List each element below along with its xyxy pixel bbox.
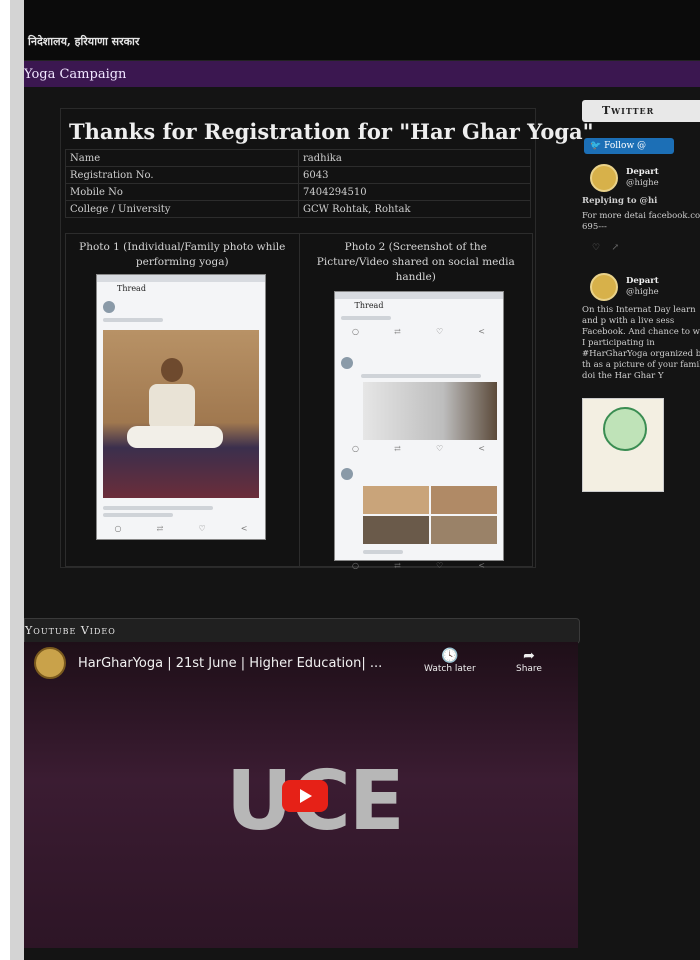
row-value: GCW Rohtak, Rohtak — [298, 200, 531, 218]
clock-icon: 🕓 — [441, 648, 459, 664]
share-arrow-icon: ➦ — [523, 648, 535, 664]
avatar — [103, 300, 115, 313]
tweet-author: Depart — [626, 167, 659, 177]
campaign-title: Yoga Campaign — [24, 66, 127, 82]
tweet-handle: @highe — [626, 178, 659, 188]
photo1-caption: Photo 1 (Individual/Family photo while p… — [79, 241, 286, 268]
photo1-cell: Photo 1 (Individual/Family photo while p… — [66, 234, 300, 566]
row-value: 7404294510 — [298, 183, 531, 201]
watch-later-button[interactable]: 🕓 Watch later — [424, 648, 476, 674]
dept-logo — [590, 164, 618, 192]
row-label: College / University — [65, 200, 299, 218]
tweet-handle: @highe — [626, 287, 659, 297]
department-name: निदेशालय, हरियाणा सरकार — [28, 35, 140, 48]
share-button[interactable]: ➦ Share — [516, 648, 542, 674]
table-row: Name radhika — [65, 149, 531, 167]
registration-panel: Thanks for Registration for "Har Ghar Yo… — [60, 108, 594, 570]
tweet-image[interactable] — [582, 398, 664, 492]
row-label: Mobile No — [65, 183, 299, 201]
share-label: Share — [516, 664, 542, 674]
dept-logo — [590, 273, 618, 301]
photos-row: Photo 1 (Individual/Family photo while p… — [65, 233, 533, 570]
channel-avatar[interactable] — [34, 647, 66, 679]
row-value: radhika — [298, 149, 531, 167]
photo2-image[interactable]: Thread ○ ⇄ ♡ < ○ ⇄ ♡ < ○ ⇄ ♡ < — [333, 291, 504, 570]
watch-later-label: Watch later — [424, 664, 476, 674]
photo2-caption: Photo 2 (Screenshot of the Picture/Video… — [316, 241, 515, 283]
left-margin-rule — [10, 0, 24, 960]
twitter-heading: Twitter — [582, 100, 700, 122]
share-icon[interactable]: ↗ — [612, 243, 620, 253]
youtube-top-bar: HarGharYoga | 21st June | Higher Educati… — [24, 642, 578, 684]
row-value: 6043 — [298, 166, 531, 184]
top-bar: निदेशालय, हरियाणा सरकार — [24, 0, 700, 61]
row-label: Registration No. — [65, 166, 299, 184]
tweet-text: For more detai facebook.com/ 695--- — [582, 211, 700, 232]
campaign-bar[interactable]: Yoga Campaign — [24, 61, 700, 87]
tweet-actions[interactable]: ♡ ↗ — [592, 243, 700, 253]
youtube-section-heading: Youtube Video — [24, 618, 580, 644]
registration-table: Name radhika Registration No. 6043 Mobile … — [65, 149, 531, 218]
tweet-author: Depart — [626, 276, 659, 286]
table-row: Mobile No 7404294510 — [65, 183, 531, 201]
phone-thread-header-2: Thread — [354, 301, 384, 310]
page-frame: निदेशालय, हरियाणा सरकार Yoga Campaign Th… — [24, 0, 700, 960]
shared-photo-1 — [362, 382, 497, 440]
photo1-image[interactable]: Thread ○ ⇄ ♡ < — [96, 274, 266, 540]
twitter-widget: Twitter 🐦 Follow @ Depart @highe Replying… — [582, 100, 700, 600]
photo2-cell: Photo 2 (Screenshot of the Picture/Video… — [300, 234, 533, 570]
tweet-2[interactable]: Depart @highe On this Internat Day learn … — [582, 273, 700, 382]
play-button[interactable] — [282, 780, 328, 812]
yoga-photo — [103, 330, 259, 498]
shared-photo-grid — [362, 486, 497, 544]
registration-title: Thanks for Registration for "Har Ghar Yo… — [69, 119, 594, 144]
tweet-replying: Replying to @hi — [582, 196, 658, 206]
phone-thread-header: Thread — [117, 284, 146, 293]
twitter-follow-button[interactable]: 🐦 Follow @ — [584, 138, 674, 154]
video-title[interactable]: HarGharYoga | 21st June | Higher Educati… — [78, 656, 382, 671]
row-label: Name — [65, 149, 299, 167]
heart-icon[interactable]: ♡ — [592, 243, 600, 253]
tweet-1[interactable]: Depart @highe Replying to @hi For more de… — [582, 164, 700, 233]
tweet-text: On this Internat Day learn and p with a … — [582, 305, 700, 381]
bird-icon: 🐦 — [590, 141, 602, 151]
table-row: Registration No. 6043 — [65, 166, 531, 184]
follow-label: Follow @ — [604, 141, 647, 151]
youtube-player[interactable]: HarGharYoga | 21st June | Higher Educati… — [24, 642, 578, 948]
table-row: College / University GCW Rohtak, Rohtak — [65, 200, 531, 218]
